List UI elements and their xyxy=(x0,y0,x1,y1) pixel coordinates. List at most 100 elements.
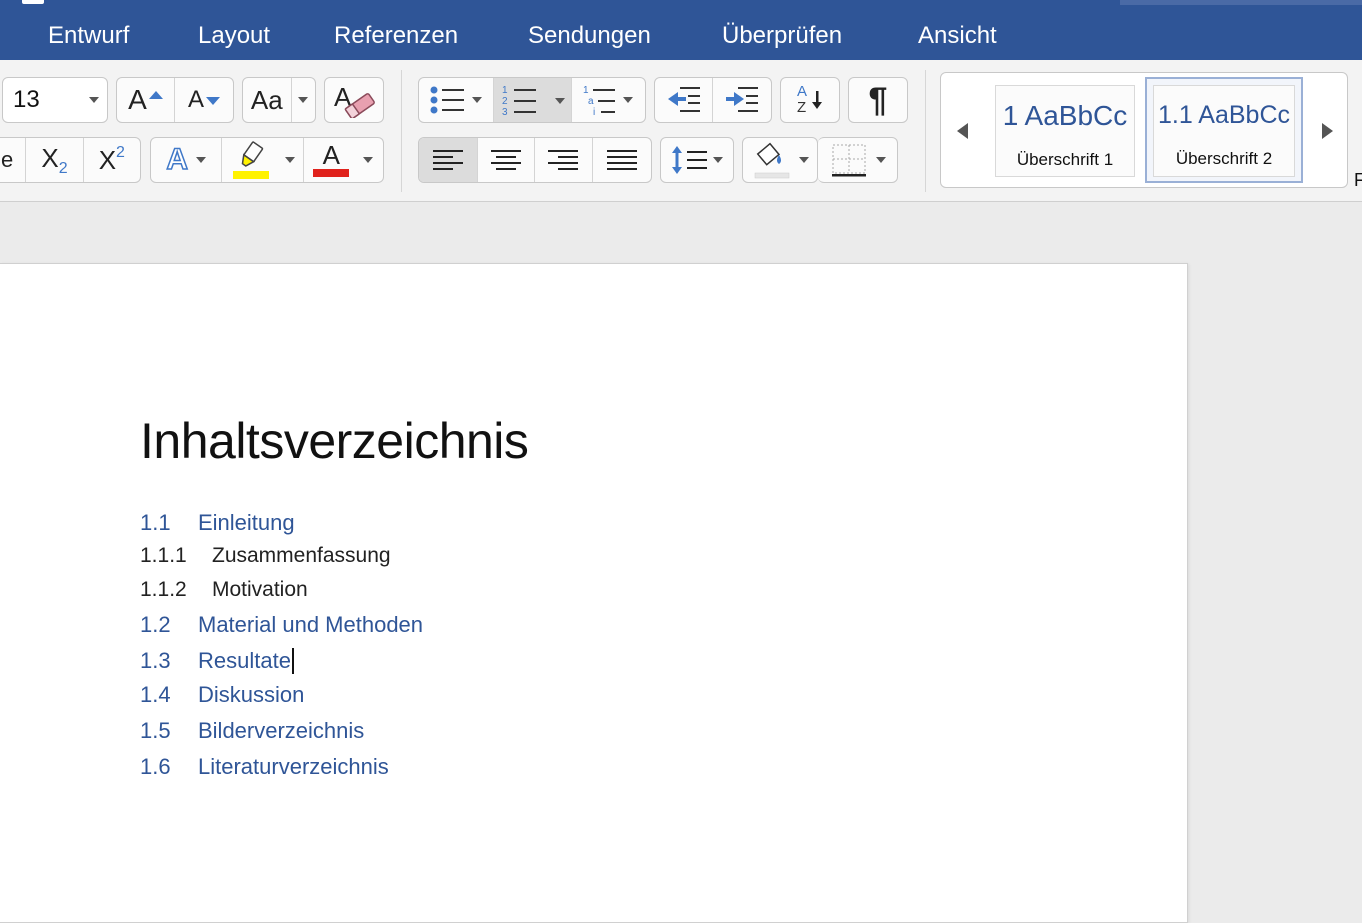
chevron-down-icon xyxy=(799,157,809,163)
toc-number: 1.3 xyxy=(140,648,171,673)
toc-heading[interactable]: Inhaltsverzeichnis xyxy=(140,412,529,470)
numbering-button[interactable]: 1 2 3 xyxy=(494,78,572,122)
document-page[interactable]: Inhaltsverzeichnis 1.1 Einleitung 1.1.1 … xyxy=(0,263,1188,923)
toc-entry[interactable]: 1.1.1 Zusammenfassung xyxy=(140,544,391,568)
shrink-font-button[interactable]: A xyxy=(175,78,233,122)
align-right-icon xyxy=(548,150,579,170)
change-case-dropdown[interactable] xyxy=(292,78,315,122)
superscript-button[interactable]: X2 xyxy=(84,138,140,182)
title-search-area xyxy=(1120,0,1362,5)
decrease-indent-button[interactable] xyxy=(655,78,714,122)
tab-ueberpruefen[interactable]: Überprüfen xyxy=(722,22,842,50)
toc-entry[interactable]: 1.2 Material und Methoden xyxy=(140,612,423,638)
align-center-button[interactable] xyxy=(478,138,535,182)
show-formatting-button[interactable]: ¶ xyxy=(848,77,908,123)
script-format-group: e X2 X2 xyxy=(0,137,141,183)
increase-indent-button[interactable] xyxy=(713,78,771,122)
toc-text: Material und Methoden xyxy=(198,612,424,637)
font-color-icon: A xyxy=(313,142,350,177)
toc-text: Bilderverzeichnis xyxy=(198,718,365,743)
toc-entry[interactable]: 1.3 Resultate xyxy=(140,648,294,674)
font-size-input[interactable] xyxy=(3,80,73,120)
tab-entwurf[interactable]: Entwurf xyxy=(48,22,129,50)
triangle-up-icon xyxy=(148,91,163,99)
numbered-list-icon: 1 2 3 xyxy=(502,85,537,116)
strikethrough-button[interactable]: e xyxy=(0,138,27,182)
style-ueberschrift-1[interactable]: 1 AaBbCc Überschrift 1 xyxy=(995,85,1135,177)
pilcrow-icon: ¶ xyxy=(868,80,888,119)
indent-group xyxy=(654,77,772,123)
shading-button[interactable] xyxy=(742,137,818,183)
highlight-color-swatch xyxy=(232,171,269,179)
strikethrough-icon: e xyxy=(1,147,14,172)
multilevel-list-icon: 1 a i xyxy=(583,85,616,116)
borders-button[interactable] xyxy=(818,137,898,183)
bullets-button[interactable] xyxy=(419,78,495,122)
clear-formatting-button[interactable]: A xyxy=(324,77,384,123)
chevron-down-icon xyxy=(472,97,483,103)
arrow-down-icon xyxy=(812,91,822,109)
font-color-swatch xyxy=(313,169,350,177)
justify-button[interactable] xyxy=(593,138,651,182)
gallery-next-icon[interactable] xyxy=(1322,123,1333,139)
group-separator xyxy=(401,70,402,192)
sort-button[interactable]: A Z xyxy=(780,77,840,123)
chevron-down-icon xyxy=(713,157,723,163)
toc-entry[interactable]: 1.4 Diskussion xyxy=(140,682,304,708)
sort-icon: A Z xyxy=(796,83,807,116)
toc-number: 1.4 xyxy=(140,682,171,707)
toc-entry[interactable]: 1.1 Einleitung xyxy=(140,510,295,536)
subscript-button[interactable]: X2 xyxy=(26,138,84,182)
toc-entry[interactable]: 1.6 Literaturverzeichnis xyxy=(140,754,389,780)
line-spacing-button[interactable] xyxy=(660,137,734,183)
toc-number: 1.1.1 xyxy=(140,544,187,567)
svg-text:a: a xyxy=(588,96,594,107)
text-effects-button[interactable]: A xyxy=(151,138,223,182)
toc-text: Einleitung xyxy=(198,510,295,535)
toc-entry[interactable]: 1.1.2 Motivation xyxy=(140,578,308,602)
align-left-button[interactable] xyxy=(419,138,478,182)
multilevel-list-button[interactable]: 1 a i xyxy=(572,78,645,122)
grow-font-button[interactable]: A xyxy=(117,78,176,122)
chevron-down-icon[interactable] xyxy=(89,97,99,103)
text-effects-icon: A xyxy=(166,142,189,177)
tab-sendungen[interactable]: Sendungen xyxy=(528,22,651,50)
highlighter-icon xyxy=(232,141,269,179)
grow-font-icon: A xyxy=(128,84,147,115)
decrease-indent-icon xyxy=(667,87,700,112)
change-case-button[interactable]: Aa xyxy=(242,77,316,123)
tab-referenzen[interactable]: Referenzen xyxy=(334,22,458,50)
shrink-font-icon: A xyxy=(188,86,205,113)
svg-text:1: 1 xyxy=(502,85,508,96)
paint-bucket-icon xyxy=(754,142,790,179)
align-center-icon xyxy=(490,150,521,170)
style-preview: 1 AaBbCc xyxy=(1002,100,1128,131)
style-ueberschrift-2[interactable]: 1.1 AaBbCc Überschrift 2 xyxy=(1145,77,1303,183)
chevron-down-icon xyxy=(284,157,295,163)
highlight-button[interactable] xyxy=(222,138,304,182)
subscript-icon: X2 xyxy=(41,142,68,177)
chevron-down-icon xyxy=(554,98,565,104)
font-size-combobox[interactable] xyxy=(2,77,108,123)
gallery-previous-icon[interactable] xyxy=(957,123,968,139)
chevron-down-icon xyxy=(623,97,634,103)
style-name: Überschrift 2 xyxy=(1175,149,1273,168)
style-preview: 1.1 AaBbCc xyxy=(1157,101,1291,129)
align-right-button[interactable] xyxy=(535,138,593,182)
tab-layout[interactable]: Layout xyxy=(198,22,270,50)
list-group: 1 2 3 1 a i xyxy=(418,77,646,123)
color-format-group: A A xyxy=(150,137,384,183)
clipped-label: F xyxy=(1354,170,1362,190)
ribbon-tab-bar: Entwurf Layout Referenzen Sendungen Über… xyxy=(0,0,1362,60)
increase-indent-icon xyxy=(726,87,758,112)
font-color-button[interactable]: A xyxy=(304,138,383,182)
tab-ansicht[interactable]: Ansicht xyxy=(918,22,997,50)
bullet-list-icon xyxy=(430,86,465,114)
svg-text:2: 2 xyxy=(502,96,508,107)
toc-text: Literaturverzeichnis xyxy=(198,754,389,779)
toc-number: 1.6 xyxy=(140,754,171,779)
toc-entry[interactable]: 1.5 Bilderverzeichnis xyxy=(140,718,364,744)
group-separator xyxy=(925,70,926,192)
chevron-down-icon xyxy=(196,157,207,163)
toc-number: 1.5 xyxy=(140,718,171,743)
